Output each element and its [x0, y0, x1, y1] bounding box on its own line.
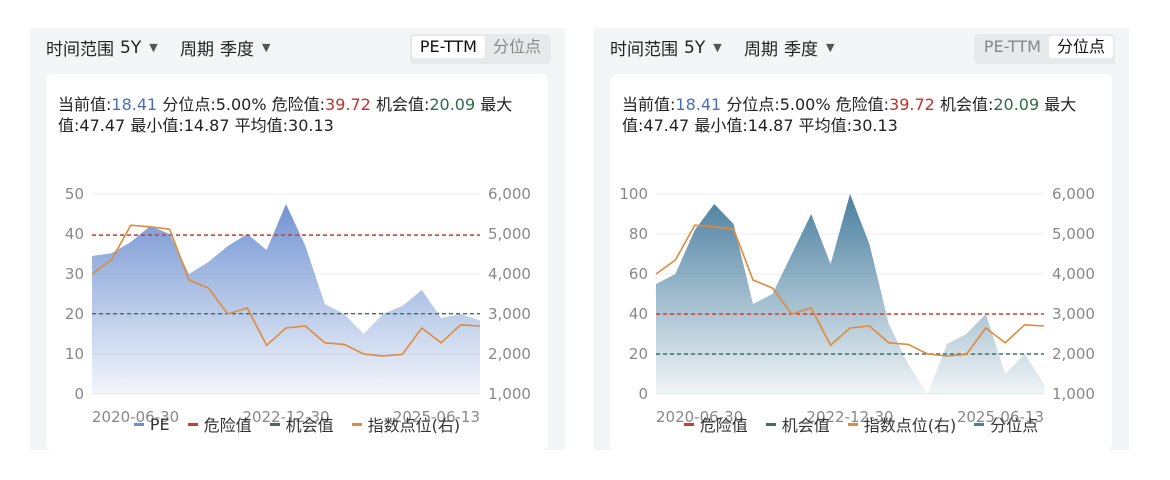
percentile-chart: 0 20 40 60 80 100 1,000 2,000 3,000 4,000 5,000 6,0…	[619, 185, 1095, 426]
time-range-label: 时间范围	[46, 40, 114, 60]
y2-tick-label: 5,000	[1052, 225, 1095, 243]
series-area-分位点	[656, 194, 1044, 394]
legend-swatch	[133, 422, 144, 426]
legend-swatch	[187, 422, 198, 426]
legend-swatch	[847, 422, 858, 426]
controls-bar: 时间范围 5Y ▼ 周期 季度 ▼ PE-TTM 分位点	[594, 28, 1129, 66]
y2-tick-label: 2,000	[1052, 345, 1095, 363]
pe-chart: 0 10 20 30 40 50 1,000 2,000 3,000 4,000 5,000 6,00…	[65, 185, 531, 426]
y-tick-label: 20	[629, 345, 648, 363]
legend-label: 指数点位(右)	[863, 416, 957, 435]
tab-pe-ttm[interactable]: PE-TTM	[411, 36, 485, 58]
legend-label: 机会值	[781, 416, 830, 435]
y2-tick-label: 2,000	[488, 345, 531, 363]
y-tick-label: 20	[65, 305, 84, 323]
legend-item[interactable]: 机会值	[269, 412, 334, 436]
time-range-value: 5Y	[120, 37, 142, 58]
legend-swatch	[974, 422, 985, 426]
caret-down-icon: ▼	[262, 41, 271, 54]
period-value: 季度	[220, 40, 254, 60]
caret-down-icon: ▼	[713, 41, 722, 54]
chart-card: 当前值:18.41 分位点:5.00% 危险值:39.72 机会值:20.09 …	[610, 74, 1112, 450]
chart-legend: PE 危险值 机会值 指数点位(右)	[46, 412, 548, 436]
controls-bar: 时间范围 5Y ▼ 周期 季度 ▼ PE-TTM 分位点	[30, 28, 565, 66]
y-tick-label: 80	[629, 225, 648, 243]
y2-tick-label: 3,000	[488, 305, 531, 323]
legend-item[interactable]: 指数点位(右)	[351, 412, 461, 436]
tab-percentile[interactable]: 分位点	[1048, 36, 1113, 58]
legend-item[interactable]: 机会值	[765, 412, 830, 436]
legend-label: 危险值	[203, 416, 252, 435]
legend-item[interactable]: 危险值	[187, 412, 252, 436]
period-select[interactable]: 周期 季度 ▼	[180, 35, 270, 60]
legend-item[interactable]: 危险值	[683, 412, 748, 436]
legend-item[interactable]: 分位点	[974, 412, 1038, 436]
tab-percentile[interactable]: 分位点	[485, 36, 549, 58]
series-area-PE	[92, 204, 480, 394]
y-tick-label: 10	[65, 345, 84, 363]
y2-tick-label: 1,000	[1052, 385, 1095, 403]
legend-item[interactable]: 指数点位(右)	[847, 412, 957, 436]
y-tick-label: 30	[65, 265, 84, 283]
legend-item[interactable]: PE	[133, 412, 170, 436]
legend-label: PE	[149, 414, 170, 434]
y-tick-label: 0	[74, 385, 84, 403]
y2-tick-label: 1,000	[488, 385, 531, 403]
chart-legend: 危险值 机会值 指数点位(右) 分位点	[610, 412, 1112, 436]
time-range-label: 时间范围	[610, 40, 678, 60]
caret-down-icon: ▼	[149, 41, 158, 54]
y-tick-label: 40	[629, 305, 648, 323]
mode-toggle: PE-TTM 分位点	[409, 34, 551, 64]
legend-swatch	[351, 422, 362, 426]
period-label: 周期	[744, 40, 778, 60]
y2-tick-label: 4,000	[488, 265, 531, 283]
time-range-select[interactable]: 时间范围 5Y ▼	[610, 35, 722, 61]
legend-swatch	[765, 422, 776, 426]
legend-label: 指数点位(右)	[367, 416, 461, 435]
time-range-value: 5Y	[684, 37, 706, 58]
y-tick-label: 100	[619, 185, 648, 203]
y-tick-label: 60	[629, 265, 648, 283]
legend-label: 分位点	[990, 416, 1039, 435]
time-range-select[interactable]: 时间范围 5Y ▼	[46, 35, 158, 61]
left-panel: 时间范围 5Y ▼ 周期 季度 ▼ PE-TTM 分位点 当前值:18.41 分…	[30, 28, 565, 450]
y2-tick-label: 6,000	[1052, 185, 1095, 203]
y-tick-label: 0	[638, 385, 648, 403]
y2-tick-label: 4,000	[1052, 265, 1095, 283]
mode-toggle: PE-TTM 分位点	[973, 34, 1115, 64]
y2-tick-label: 6,000	[488, 185, 531, 203]
legend-label: 危险值	[699, 416, 748, 435]
period-label: 周期	[180, 40, 214, 60]
period-select[interactable]: 周期 季度 ▼	[744, 35, 834, 60]
y2-tick-label: 5,000	[488, 225, 531, 243]
legend-swatch	[269, 422, 280, 426]
y-tick-label: 50	[65, 185, 84, 203]
period-value: 季度	[784, 40, 818, 60]
chart-card: 当前值:18.41 分位点:5.00% 危险值:39.72 机会值:20.09 …	[46, 74, 548, 450]
caret-down-icon: ▼	[826, 41, 835, 54]
y2-tick-label: 3,000	[1052, 305, 1095, 323]
y-tick-label: 40	[65, 225, 84, 243]
legend-swatch	[683, 422, 694, 426]
legend-label: 机会值	[285, 416, 334, 435]
tab-pe-ttm[interactable]: PE-TTM	[976, 36, 1049, 58]
right-panel: 时间范围 5Y ▼ 周期 季度 ▼ PE-TTM 分位点 当前值:18.41 分…	[594, 28, 1129, 450]
